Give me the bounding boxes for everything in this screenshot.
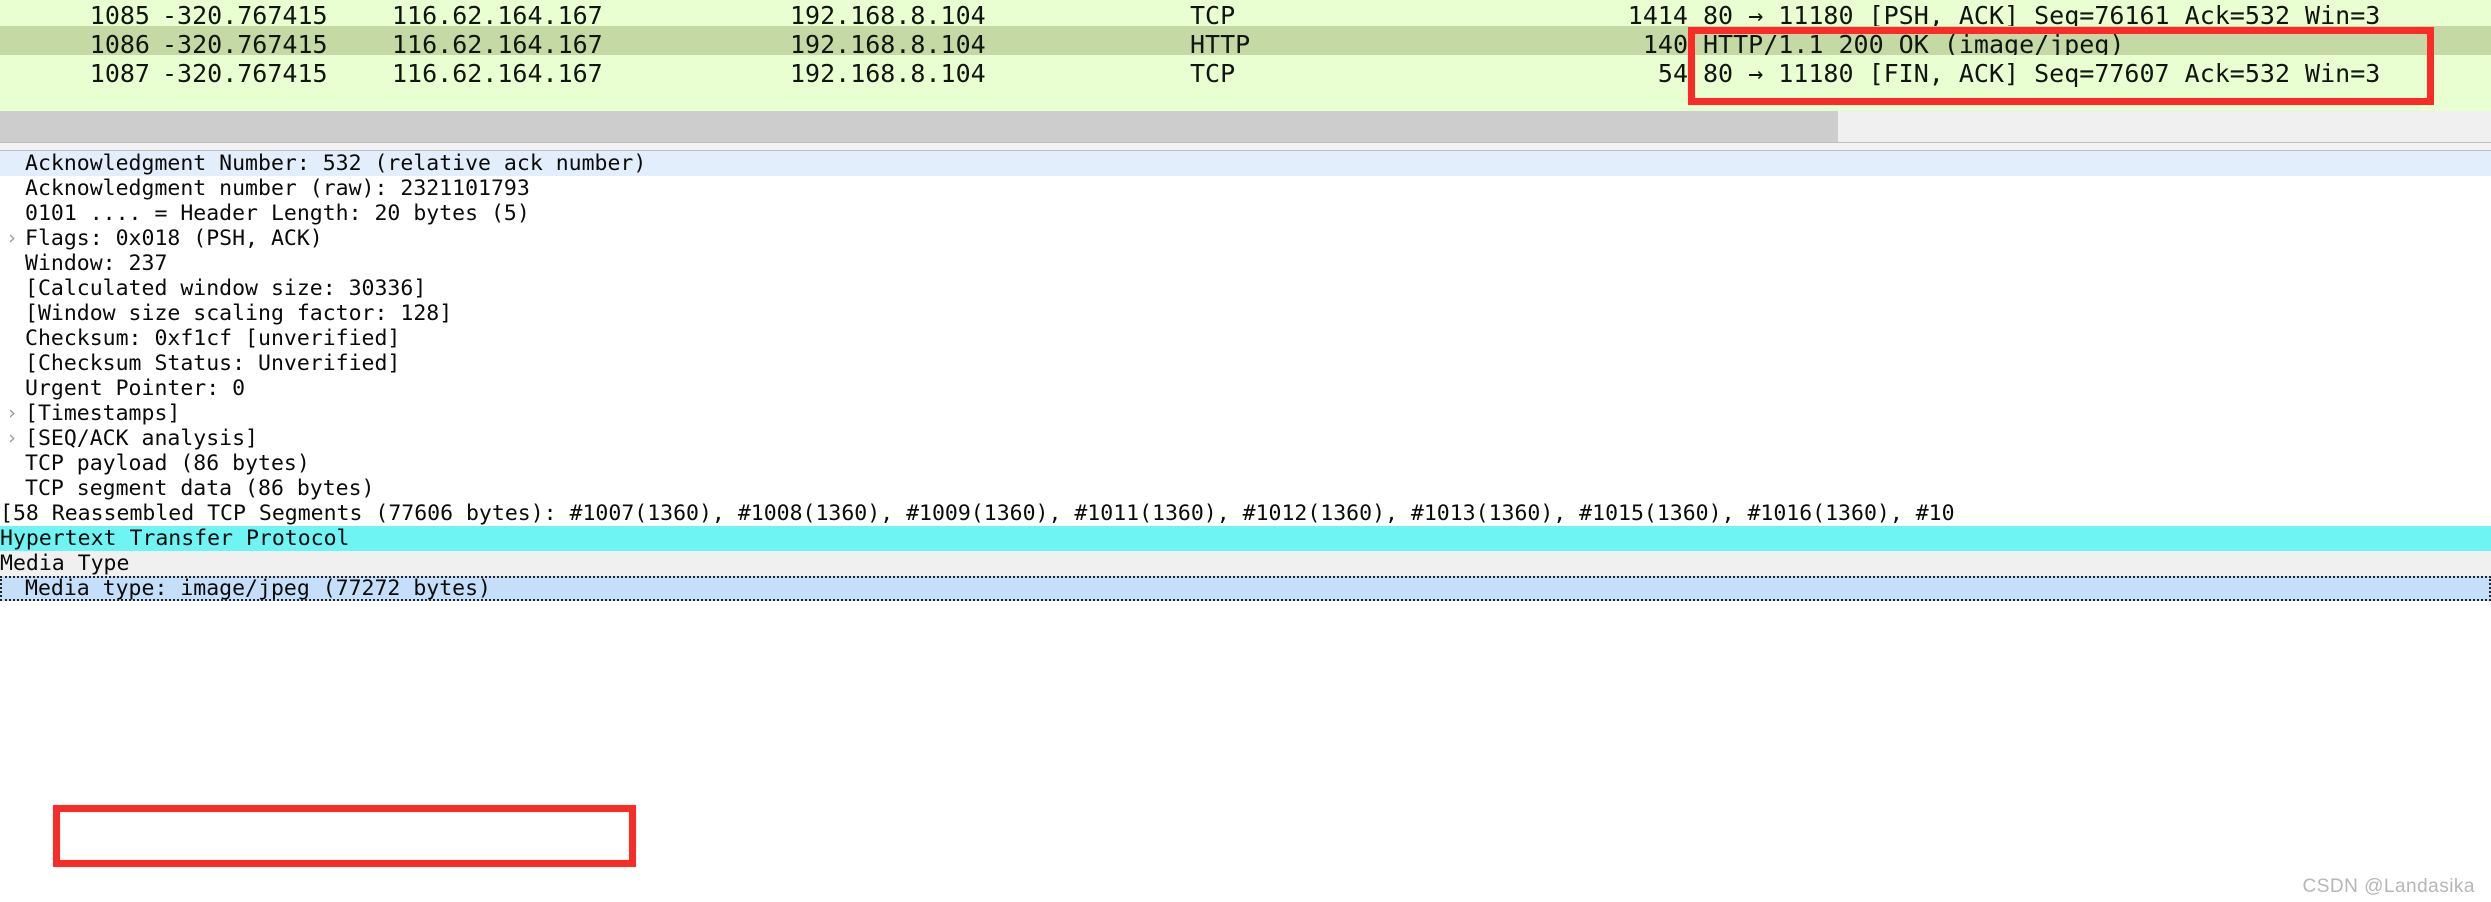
detail-row-label: [Timestamps] [25,401,181,426]
packet-length: 54 [1657,59,1688,88]
detail-row-label: [Calculated window size: 30336] [25,276,427,301]
detail-row-reassembled-tcp-segments[interactable]: [58 Reassembled TCP Segments (77606 byte… [0,501,2491,526]
pane-splitter[interactable] [0,142,2491,151]
detail-row-flags[interactable]: › Flags: 0x018 (PSH, ACK) [0,226,2491,251]
detail-row-tcp-segment-data[interactable]: TCP segment data (86 bytes) [0,476,2491,501]
packet-list-row[interactable]: 1087 -320.767415 116.62.164.167 192.168.… [0,55,2491,92]
watermark-text: CSDN @Landasika [2302,876,2475,897]
detail-row-acknowledgment-number-raw[interactable]: Acknowledgment number (raw): 2321101793 [0,176,2491,201]
detail-row-label: Hypertext Transfer Protocol [0,526,350,551]
detail-row-label: 0101 .... = Header Length: 20 bytes (5) [25,201,530,226]
detail-row-label: TCP segment data (86 bytes) [25,476,375,501]
chevron-right-icon[interactable]: › [2,426,22,451]
detail-row-media-type-value[interactable]: Media type: image/jpeg (77272 bytes) [0,576,2491,601]
detail-row-header-length[interactable]: 0101 .... = Header Length: 20 bytes (5) [0,201,2491,226]
detail-row-label: Window: 237 [25,251,168,276]
detail-row-label: Media Type [0,551,130,576]
detail-row-label: Urgent Pointer: 0 [25,376,246,401]
packet-protocol: TCP [1190,59,1236,88]
detail-row-label: Acknowledgment Number: 532 (relative ack… [25,151,647,176]
detail-row-checksum[interactable]: Checksum: 0xf1cf [unverified] [0,326,2491,351]
scrollbar-thumb[interactable] [0,111,1838,142]
detail-row-window[interactable]: Window: 237 [0,251,2491,276]
detail-row-tcp-payload[interactable]: TCP payload (86 bytes) [0,451,2491,476]
detail-row-window-size-scaling-factor[interactable]: [Window size scaling factor: 128] [0,301,2491,326]
detail-row-hypertext-transfer-protocol[interactable]: Hypertext Transfer Protocol [0,526,2491,551]
packet-time: -320.767415 [162,59,328,88]
detail-row-urgent-pointer[interactable]: Urgent Pointer: 0 [0,376,2491,401]
detail-row-label: [58 Reassembled TCP Segments (77606 byte… [0,501,1955,526]
packet-no: 1087 [89,59,150,88]
detail-row-acknowledgment-number[interactable]: Acknowledgment Number: 532 (relative ack… [0,151,2491,176]
detail-row-checksum-status[interactable]: [Checksum Status: Unverified] [0,351,2491,376]
detail-row-label: [SEQ/ACK analysis] [25,426,258,451]
chevron-right-icon[interactable]: › [2,401,22,426]
packet-list-pane[interactable]: 1085 -320.767415 116.62.164.167 192.168.… [0,0,2491,111]
detail-row-label: Media type: image/jpeg (77272 bytes) [25,576,491,601]
detail-row-label: Flags: 0x018 (PSH, ACK) [25,226,323,251]
detail-row-label: Checksum: 0xf1cf [unverified] [25,326,401,351]
packet-destination: 192.168.8.104 [790,59,986,88]
detail-row-label: [Checksum Status: Unverified] [25,351,401,376]
wireshark-window: 1085 -320.767415 116.62.164.167 192.168.… [0,0,2491,902]
detail-row-seq-ack-analysis[interactable]: › [SEQ/ACK analysis] [0,426,2491,451]
detail-row-label: Acknowledgment number (raw): 2321101793 [25,176,530,201]
chevron-right-icon[interactable]: › [2,226,22,251]
detail-row-timestamps[interactable]: › [Timestamps] [0,401,2491,426]
detail-row-media-type-header[interactable]: Media Type [0,551,2491,576]
detail-row-label: TCP payload (86 bytes) [25,451,310,476]
packet-list-horizontal-scrollbar[interactable] [0,111,2491,143]
packet-source: 116.62.164.167 [392,59,603,88]
packet-info: 80 → 11180 [FIN, ACK] Seq=77607 Ack=532 … [1703,59,2381,88]
detail-row-label: [Window size scaling factor: 128] [25,301,453,326]
packet-detail-pane[interactable]: Acknowledgment Number: 532 (relative ack… [0,151,2491,902]
detail-row-calculated-window-size[interactable]: [Calculated window size: 30336] [0,276,2491,301]
